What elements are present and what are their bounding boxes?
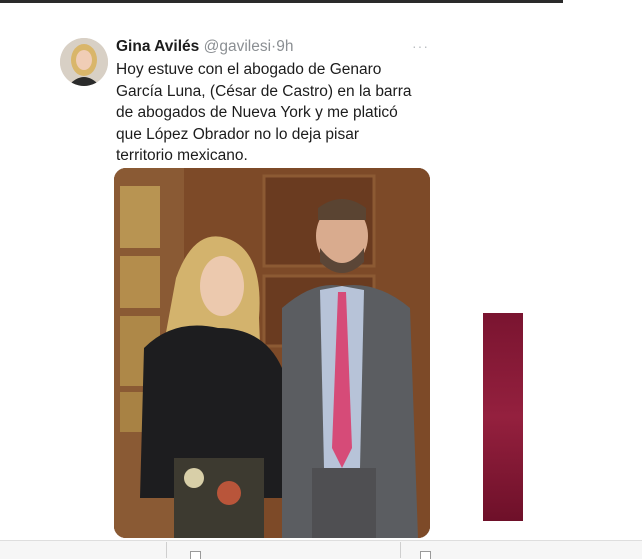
author-handle[interactable]: @gavilesi <box>204 38 271 55</box>
tweet-text: Hoy estuve con el abogado de Genaro Garc… <box>116 61 412 164</box>
toolbar-divider <box>166 542 167 558</box>
toolbar-divider <box>400 542 401 558</box>
bottom-toolbar <box>0 540 642 559</box>
tweet-header: Gina Avilés @gavilesi·9h <box>116 38 436 56</box>
tweet-photo[interactable] <box>114 168 430 538</box>
decorative-side-bar <box>483 313 523 521</box>
timestamp[interactable]: 9h <box>276 38 293 55</box>
author-name[interactable]: Gina Avilés <box>116 38 199 55</box>
avatar[interactable] <box>60 38 108 86</box>
top-divider <box>0 0 563 3</box>
more-icon[interactable]: ··· <box>412 38 429 54</box>
